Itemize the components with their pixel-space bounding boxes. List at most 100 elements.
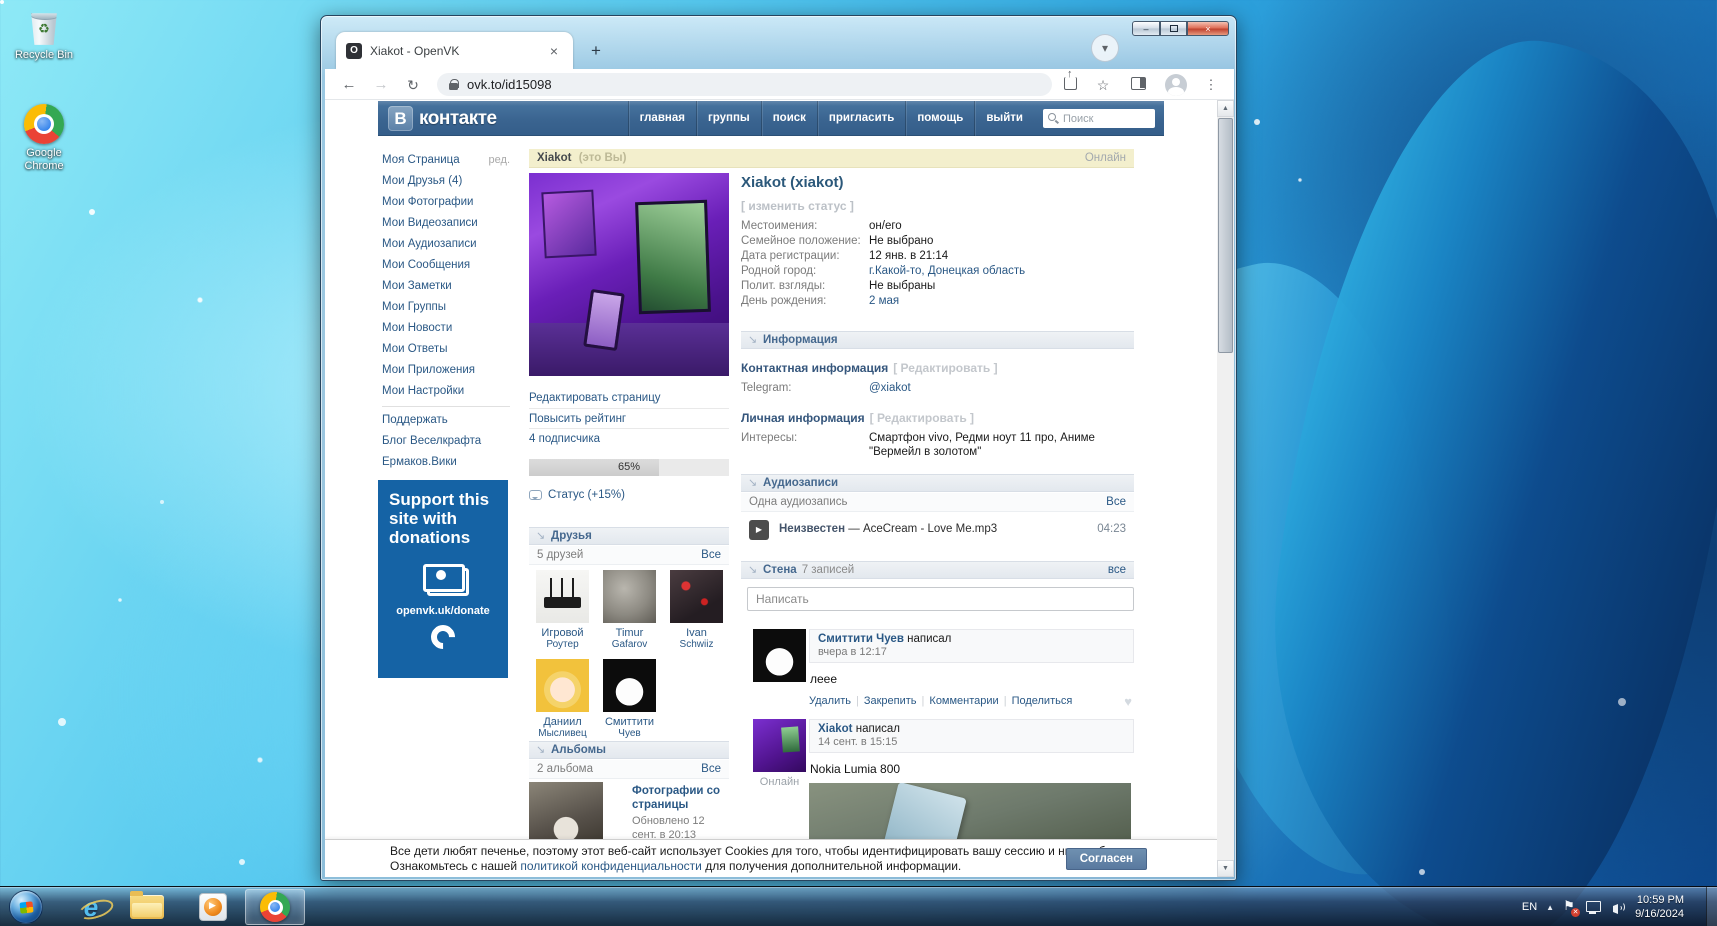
reload-icon[interactable]: ↻: [401, 73, 425, 97]
nav-help[interactable]: помощь: [905, 101, 974, 136]
followers-link[interactable]: 4 подписчика: [529, 428, 729, 448]
nav-invite[interactable]: пригласить: [817, 101, 905, 136]
scroll-down-arrow[interactable]: ▼: [1217, 860, 1234, 877]
sidebar-item-wiki[interactable]: Ермаков.Вики: [382, 452, 510, 473]
sidebar-item-my-audios[interactable]: Мои Аудиозаписи: [382, 234, 510, 255]
share-icon[interactable]: [1064, 77, 1077, 90]
track-title[interactable]: Неизвестен — AceCream - Love Me.mp3: [779, 523, 997, 535]
post-delete-link[interactable]: Удалить: [809, 695, 851, 707]
like-heart-icon[interactable]: ♥: [1124, 694, 1132, 709]
start-button[interactable]: [9, 890, 43, 924]
url-text[interactable]: ovk.to/id15098: [467, 77, 552, 92]
post-author-avatar[interactable]: [753, 629, 806, 682]
birthday-link[interactable]: 2 мая: [869, 294, 899, 309]
audios-all-link[interactable]: Все: [1106, 493, 1126, 511]
taskbar-file-explorer[interactable]: [130, 893, 164, 921]
taskbar-media-player[interactable]: [196, 893, 230, 921]
scroll-up-arrow[interactable]: ▲: [1217, 100, 1234, 117]
profile-avatar-icon[interactable]: [1165, 74, 1187, 96]
sidebar-item-my-friends[interactable]: Мои Друзья (4): [382, 171, 510, 192]
sidebar-item-my-page[interactable]: ред.Моя Страница: [382, 150, 510, 171]
nav-logout[interactable]: выйти: [974, 101, 1034, 136]
language-indicator[interactable]: EN: [1522, 901, 1537, 913]
vk-search-box[interactable]: [1043, 109, 1155, 128]
sidebar-item-my-messages[interactable]: Мои Сообщения: [382, 255, 510, 276]
address-bar[interactable]: ovk.to/id15098: [437, 73, 1052, 96]
wall-write-box[interactable]: [747, 587, 1134, 611]
tab-close-icon[interactable]: ×: [545, 42, 563, 60]
friend-avatar[interactable]: [603, 570, 656, 623]
vk-search-input[interactable]: [1043, 110, 1155, 129]
tab-search-chevron-button[interactable]: ▾: [1091, 34, 1119, 62]
friend-card[interactable]: СмиттитиЧуев: [596, 659, 663, 740]
sidebar-item-my-photos[interactable]: Мои Фотографии: [382, 192, 510, 213]
wall-all-link[interactable]: все: [1108, 562, 1126, 579]
post-comments-link[interactable]: Комментарии: [929, 695, 998, 707]
action-center-flag-icon[interactable]: [1563, 900, 1577, 915]
friend-avatar[interactable]: [536, 570, 589, 623]
nav-groups[interactable]: группы: [696, 101, 761, 136]
window-minimize-button[interactable]: –: [1132, 21, 1160, 36]
audios-header[interactable]: ↘ Аудиозаписи: [741, 474, 1134, 492]
post-date[interactable]: 14 сент. в 15:15: [818, 736, 1125, 748]
browser-tab[interactable]: O Xiakot - OpenVK ×: [336, 32, 573, 69]
albums-header[interactable]: ↘ Альбомы: [529, 741, 729, 759]
speaker-icon[interactable]: [1610, 900, 1626, 914]
menu-dots-icon[interactable]: ⋮: [1199, 73, 1223, 97]
wall-write-input[interactable]: [747, 587, 1134, 611]
sidebar-item-my-groups[interactable]: Мои Группы: [382, 297, 510, 318]
albums-all-link[interactable]: Все: [701, 760, 721, 778]
window-close-button[interactable]: ×: [1187, 21, 1229, 36]
sidebar-item-my-answers[interactable]: Мои Ответы: [382, 339, 510, 360]
post-attached-photo[interactable]: [809, 783, 1131, 841]
desktop-icon-google-chrome[interactable]: Google Chrome: [8, 104, 80, 173]
edit-contact-link[interactable]: [ Редактировать ]: [893, 361, 997, 375]
window-maximize-button[interactable]: [1160, 21, 1187, 36]
tray-expand-icon[interactable]: ▲: [1546, 903, 1554, 912]
vk-logo[interactable]: В контакте: [388, 106, 497, 131]
post-pin-link[interactable]: Закрепить: [864, 695, 917, 707]
sidebar-item-blog[interactable]: Блог Веселкрафта: [382, 431, 510, 452]
edit-page-link[interactable]: Редактировать страницу: [529, 388, 729, 408]
taskbar-internet-explorer[interactable]: e: [74, 893, 108, 921]
desktop-icon-recycle-bin[interactable]: Recycle Bin: [8, 8, 80, 62]
friends-header[interactable]: ↘ Друзья: [529, 527, 729, 545]
friend-avatar[interactable]: [670, 570, 723, 623]
friend-avatar[interactable]: [536, 659, 589, 712]
album-title[interactable]: Фотографии со страницы: [632, 784, 729, 813]
cookie-accept-button[interactable]: Согласен: [1066, 848, 1147, 870]
network-icon[interactable]: [1586, 901, 1601, 914]
sidebar-item-my-news[interactable]: Мои Новости: [382, 318, 510, 339]
bookmark-star-icon[interactable]: ☆: [1091, 73, 1115, 97]
sidebar-item-my-notes[interactable]: Мои Заметки: [382, 276, 510, 297]
change-status-link[interactable]: [ изменить статус ]: [741, 199, 854, 213]
nav-home[interactable]: главная: [628, 101, 696, 136]
sidebar-item-my-apps[interactable]: Мои Приложения: [382, 360, 510, 381]
album-thumbnail[interactable]: [529, 782, 603, 845]
wall-header[interactable]: ↘ Стена7 записей все: [741, 561, 1134, 579]
tray-clock[interactable]: 10:59 PM 9/16/2024: [1635, 893, 1684, 922]
sidebar-edit-link[interactable]: ред.: [489, 150, 510, 171]
post-author-avatar[interactable]: [753, 719, 806, 772]
raise-rating-link[interactable]: Повысить рейтинг: [529, 408, 729, 428]
profile-photo[interactable]: [529, 173, 729, 376]
edit-personal-link[interactable]: [ Редактировать ]: [870, 411, 974, 425]
post-share-link[interactable]: Поделиться: [1012, 695, 1073, 707]
hometown-link[interactable]: г.Какой-то, Донецкая область: [869, 264, 1025, 279]
new-tab-button[interactable]: +: [585, 40, 607, 62]
telegram-link[interactable]: @xiakot: [869, 381, 911, 396]
friend-card[interactable]: ДаниилМысливец: [529, 659, 596, 740]
post-date[interactable]: вчера в 12:17: [818, 646, 1125, 658]
post-author-link[interactable]: Смиттити Чуев: [818, 633, 904, 645]
friends-all-link[interactable]: Все: [701, 546, 721, 564]
show-desktop-button[interactable]: [1706, 887, 1717, 926]
friend-avatar[interactable]: [603, 659, 656, 712]
sidebar-item-my-settings[interactable]: Мои Настройки: [382, 381, 510, 402]
scrollbar-thumb[interactable]: [1218, 118, 1233, 353]
info-header[interactable]: ↘ Информация: [741, 331, 1134, 349]
page-scrollbar[interactable]: ▲ ▼: [1217, 100, 1234, 877]
privacy-policy-link[interactable]: политикой конфиденциальности: [520, 859, 701, 873]
post-author-link[interactable]: Xiakot: [818, 723, 853, 735]
friend-card[interactable]: IvanSchwiiz: [663, 570, 730, 651]
side-panel-icon[interactable]: [1131, 77, 1146, 90]
